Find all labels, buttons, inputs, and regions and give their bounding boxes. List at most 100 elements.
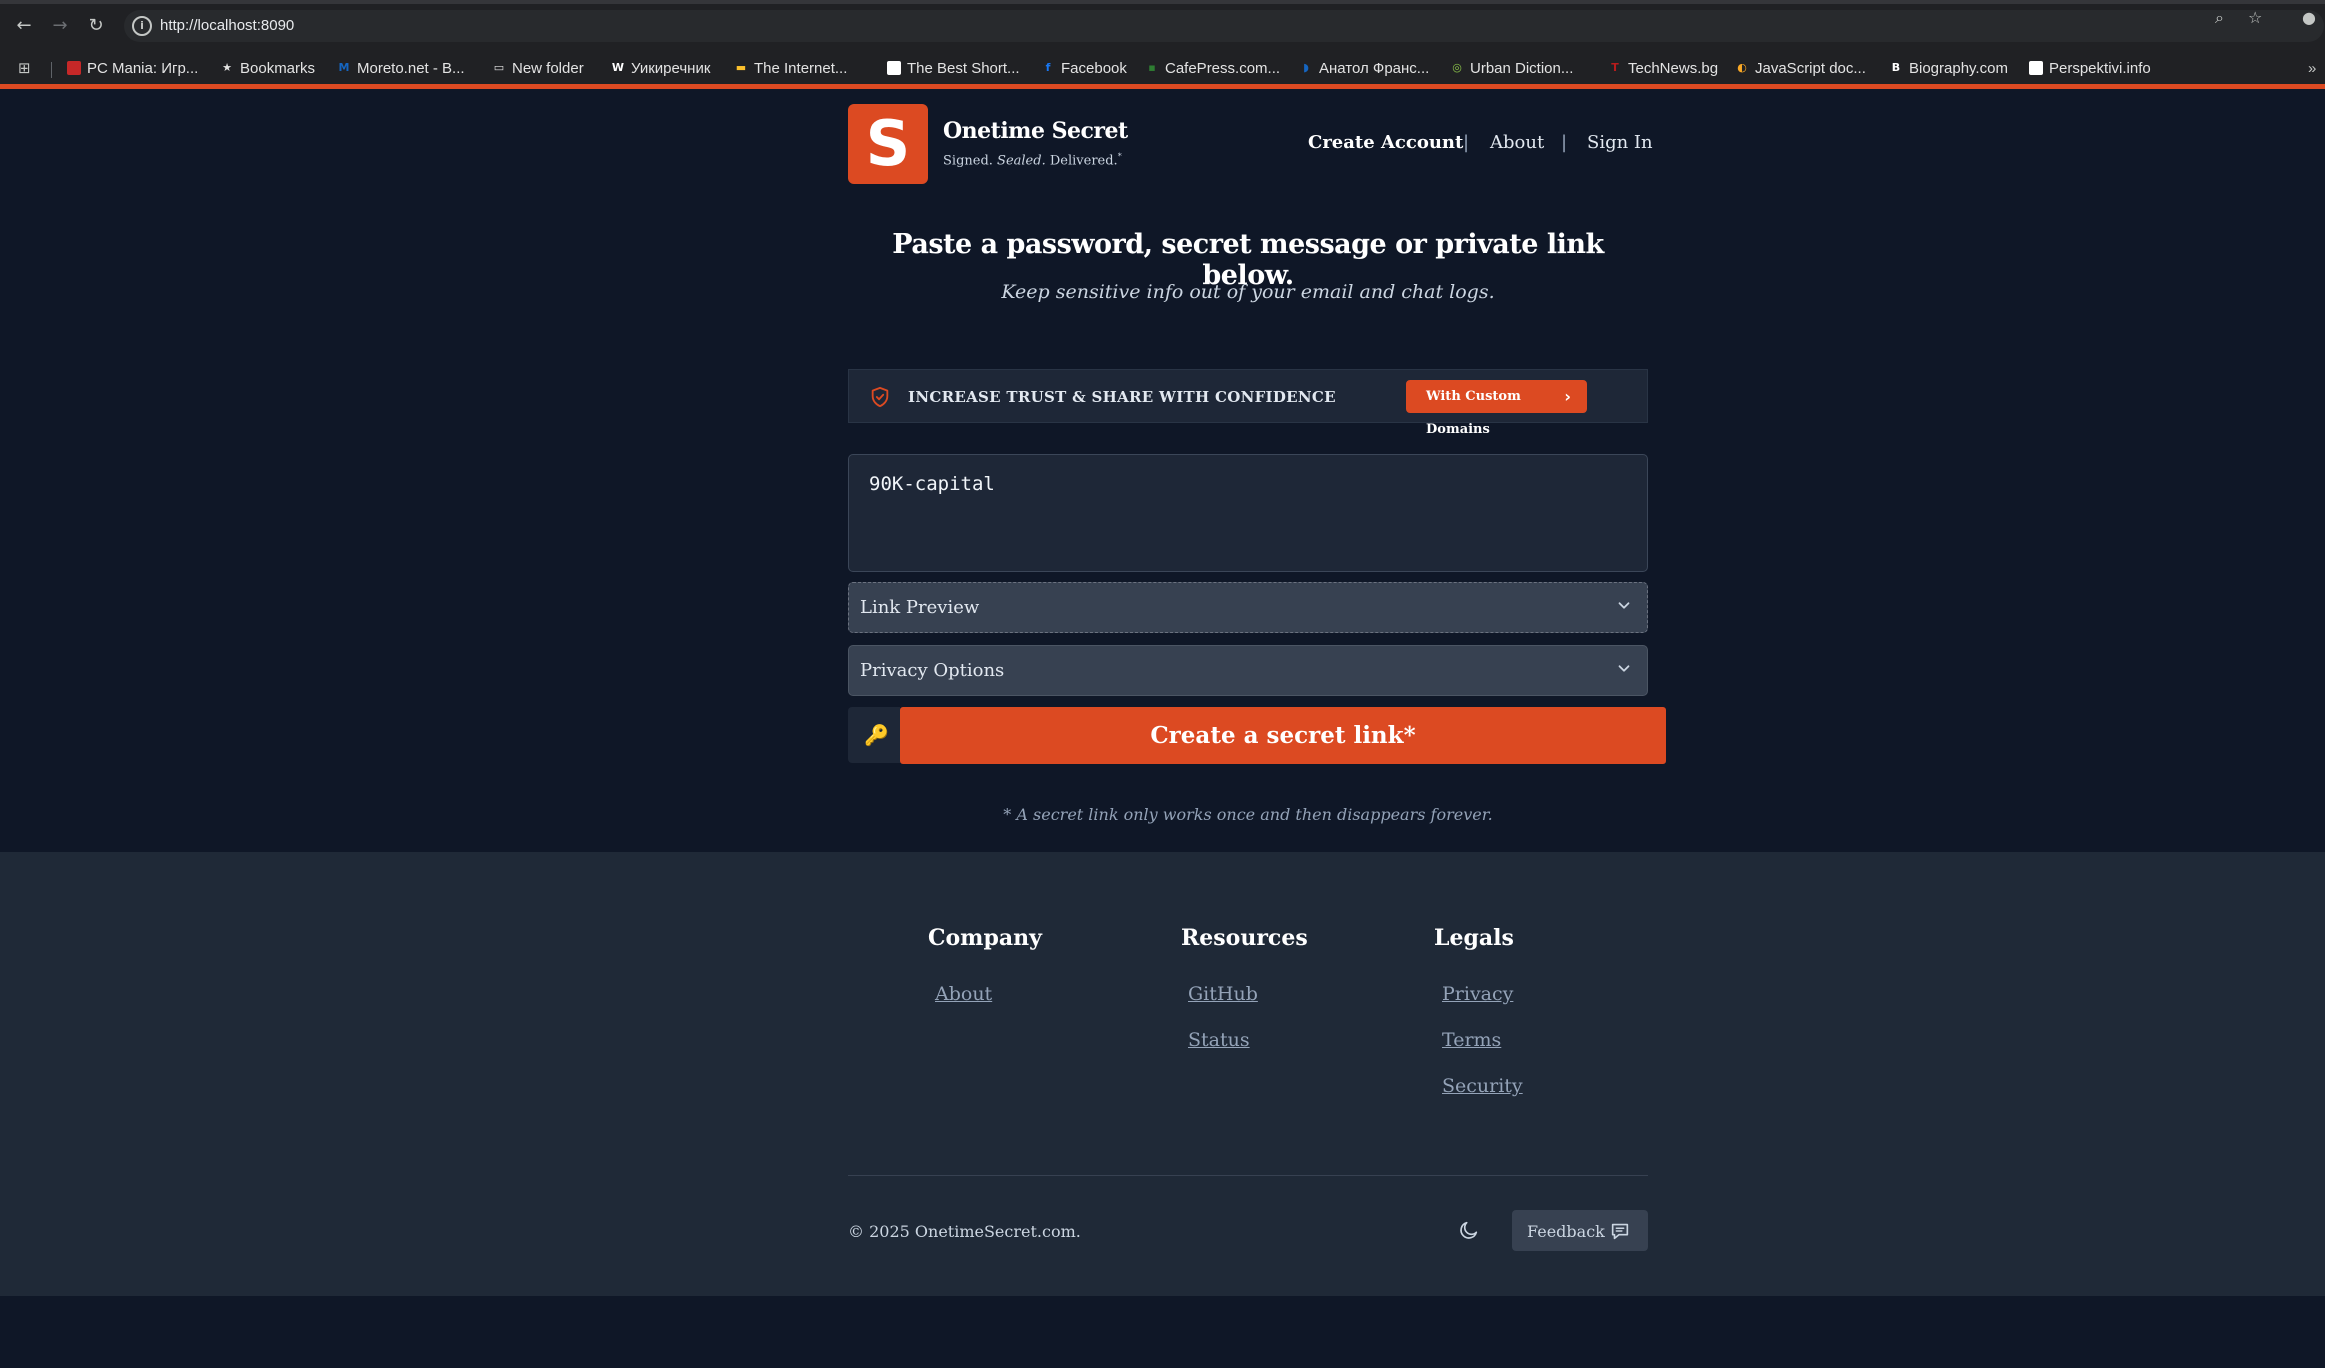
- zoom-icon[interactable]: ⌕: [2215, 8, 2224, 28]
- m-favicon-icon: M: [338, 61, 350, 74]
- brand-tagline: Signed. Sealed. Delivered.*: [943, 152, 1122, 168]
- custom-domains-banner: INCREASE TRUST & SHARE WITH CONFIDENCE W…: [848, 369, 1648, 437]
- bookmark-label: Biography.com: [1909, 59, 2008, 77]
- bookmark-item[interactable]: ★ Bookmarks: [220, 58, 315, 78]
- page-subhead: Keep sensitive info out of your email an…: [1001, 281, 1495, 303]
- footer-company-title: Company: [928, 925, 1042, 951]
- footer-terms-link[interactable]: Terms: [1442, 1029, 1501, 1051]
- copyright-text: © 2025 OnetimeSecret.com.: [848, 1222, 1081, 1241]
- nav-separator: |: [1561, 132, 1568, 153]
- sign-in-link[interactable]: Sign In: [1587, 132, 1653, 153]
- link-preview-label: Link Preview: [860, 597, 980, 618]
- page-favicon-icon: [887, 61, 901, 75]
- url-text: http://localhost:8090: [160, 17, 295, 34]
- tagline-signed: Signed.: [943, 153, 993, 169]
- js-favicon-icon: ◐: [1737, 61, 1747, 74]
- link-preview-toggle[interactable]: Link Preview: [848, 582, 1648, 633]
- create-account-link[interactable]: Create Account: [1308, 132, 1463, 153]
- bookmarks-separator: [51, 62, 52, 78]
- site-footer: [0, 852, 2325, 1296]
- bookmark-item[interactable]: ◎ Urban Diction...: [1450, 58, 1573, 78]
- bookmark-label: The Best Short...: [907, 59, 1020, 77]
- bookmark-item[interactable]: ▭ New folder: [492, 58, 584, 78]
- bookmark-label: JavaScript doc...: [1755, 59, 1866, 77]
- bookmark-label: Bookmarks: [240, 59, 316, 77]
- footer-resources-title: Resources: [1181, 925, 1308, 951]
- bookmark-label: PC Mania: Игр...: [87, 59, 199, 77]
- more-bookmarks-icon[interactable]: »: [2308, 58, 2316, 78]
- chevron-down-icon: [1618, 665, 1630, 672]
- footer-about-link[interactable]: About: [935, 983, 992, 1005]
- profile-avatar-icon[interactable]: ●: [2302, 8, 2316, 27]
- bookmark-item[interactable]: B Biography.com: [1889, 58, 2008, 78]
- folder-icon: ▭: [493, 61, 505, 74]
- archive-favicon-icon: ▬: [735, 61, 747, 74]
- urban-favicon-icon: ◎: [1452, 61, 1462, 74]
- bookmark-label: Facebook: [1061, 59, 1127, 77]
- banner-text: INCREASE TRUST & SHARE WITH CONFIDENCE: [908, 388, 1336, 406]
- footer-security-link[interactable]: Security: [1442, 1075, 1523, 1097]
- shield-check-icon: [871, 386, 889, 408]
- bookmark-label: Perspektivi.info: [2049, 59, 2151, 77]
- bookmark-label: New folder: [512, 59, 584, 77]
- footer-github-link[interactable]: GitHub: [1188, 983, 1258, 1005]
- bookmark-label: Анатол Франс...: [1319, 59, 1430, 77]
- nav-separator: |: [1463, 132, 1470, 153]
- bookmark-label: Moreto.net - B...: [357, 59, 465, 77]
- bookmark-label: Уикиречник: [631, 59, 711, 77]
- tagline-delivered: Delivered.: [1049, 153, 1118, 169]
- bookmark-item[interactable]: ◗ Анатол Франс...: [1299, 58, 1429, 78]
- bookmark-item[interactable]: Perspektivi.info: [2029, 58, 2151, 78]
- feedback-label: Feedback: [1527, 1222, 1605, 1241]
- sound-favicon-icon: ◗: [1303, 61, 1309, 74]
- secret-textarea[interactable]: 90K-capital: [848, 454, 1648, 572]
- footer-status-link[interactable]: Status: [1188, 1029, 1250, 1051]
- custom-domains-label: With Custom Domains: [1426, 389, 1521, 437]
- tagline-sealed: Sealed.: [997, 153, 1046, 169]
- bookmark-item[interactable]: PC Mania: Игр...: [67, 58, 198, 78]
- tagline-mark: *: [1117, 152, 1122, 161]
- secret-value: 90K-capital: [869, 473, 995, 495]
- passphrase-indicator[interactable]: 🔑: [848, 707, 900, 763]
- create-secret-link-button[interactable]: Create a secret link*: [900, 707, 1666, 764]
- bookmark-label: Urban Diction...: [1470, 59, 1574, 77]
- star-icon: ★: [222, 61, 232, 74]
- brand-logo[interactable]: S: [848, 104, 928, 184]
- key-icon: 🔑: [864, 723, 889, 747]
- privacy-options-toggle[interactable]: Privacy Options: [848, 645, 1648, 696]
- reload-icon[interactable]: ↻: [82, 12, 110, 40]
- forward-icon[interactable]: →: [46, 12, 74, 40]
- bookmark-item[interactable]: The Best Short...: [887, 58, 1020, 78]
- bookmark-item[interactable]: ▬ The Internet...: [734, 58, 848, 78]
- bookmark-item[interactable]: f Facebook: [1041, 58, 1127, 78]
- bookmark-item[interactable]: T TechNews.bg: [1608, 58, 1718, 78]
- w-favicon-icon: W: [611, 61, 625, 74]
- secret-link-footnote: * A secret link only works once and then…: [1003, 805, 1493, 824]
- bookmark-item[interactable]: ▪ CafePress.com...: [1145, 58, 1280, 78]
- brand-name[interactable]: Onetime Secret: [943, 118, 1128, 144]
- address-bar[interactable]: i http://localhost:8090: [124, 10, 2324, 42]
- moon-icon[interactable]: [1458, 1219, 1480, 1241]
- apps-grid-icon[interactable]: ⊞: [18, 58, 31, 78]
- about-link[interactable]: About: [1490, 132, 1544, 153]
- cafepress-favicon-icon: ▪: [1148, 61, 1156, 74]
- chevron-down-icon: [1618, 602, 1630, 609]
- browser-toolbar: ← → ↻ i http://localhost:8090 ⌕ ☆ ●: [0, 0, 2325, 50]
- feedback-button[interactable]: Feedback: [1512, 1210, 1648, 1251]
- site-info-icon[interactable]: i: [132, 16, 152, 36]
- bookmark-item[interactable]: M Moreto.net - B...: [337, 58, 465, 78]
- bookmark-label: TechNews.bg: [1628, 59, 1719, 77]
- footer-privacy-link[interactable]: Privacy: [1442, 983, 1513, 1005]
- flag-favicon-icon: [67, 61, 81, 75]
- bookmark-label: CafePress.com...: [1165, 59, 1281, 77]
- custom-domains-button[interactable]: With Custom Domains ›: [1406, 380, 1587, 437]
- b-favicon-icon: B: [1891, 61, 1901, 74]
- back-icon[interactable]: ←: [10, 12, 38, 40]
- bookmark-star-icon[interactable]: ☆: [2248, 8, 2262, 27]
- bookmark-item[interactable]: ◐ JavaScript doc...: [1735, 58, 1866, 78]
- tab-strip: [0, 0, 2325, 4]
- bookmark-item[interactable]: W Уикиречник: [611, 58, 710, 78]
- page-favicon-icon: [2029, 61, 2043, 75]
- privacy-options-label: Privacy Options: [860, 660, 1005, 681]
- brand-accent-line: [0, 84, 2325, 89]
